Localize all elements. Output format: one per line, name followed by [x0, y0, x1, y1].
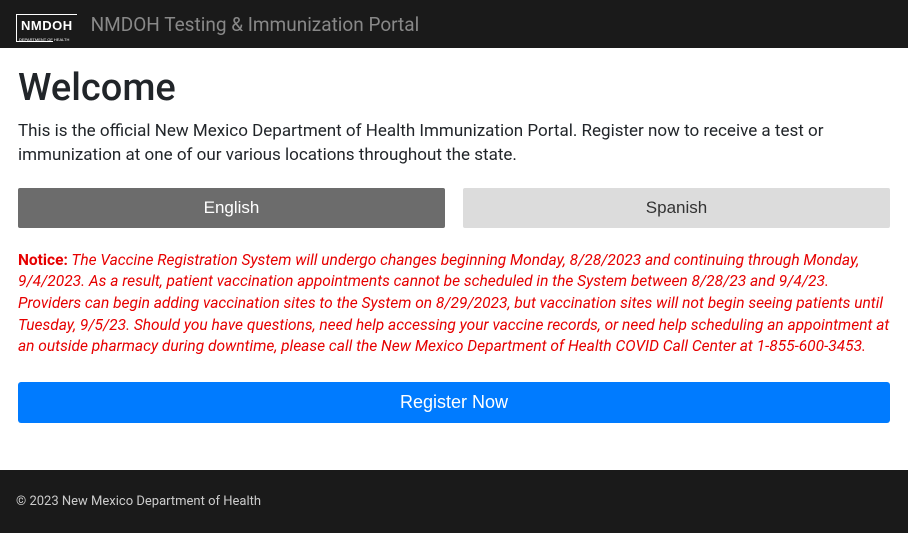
notice-body: The Vaccine Registration System will und…: [18, 251, 889, 356]
footer: © 2023 New Mexico Department of Health: [0, 470, 908, 533]
brand-logo[interactable]: NMDOH DEPARTMENT OF HEALTH: [16, 14, 77, 34]
register-now-button[interactable]: Register Now: [18, 382, 890, 423]
intro-text: This is the official New Mexico Departme…: [18, 120, 890, 168]
main-content: Welcome This is the official New Mexico …: [0, 48, 908, 470]
navbar: NMDOH DEPARTMENT OF HEALTH NMDOH Testing…: [0, 0, 908, 48]
brand-logo-subtext: DEPARTMENT OF HEALTH: [19, 37, 69, 42]
language-spanish-button[interactable]: Spanish: [463, 188, 890, 228]
language-selector: English Spanish: [18, 188, 890, 228]
notice-label: Notice:: [18, 251, 68, 269]
brand-logo-text: NMDOH: [21, 18, 73, 33]
navbar-title: NMDOH Testing & Immunization Portal: [91, 13, 420, 36]
footer-copyright: © 2023 New Mexico Department of Health: [16, 494, 261, 509]
language-english-button[interactable]: English: [18, 188, 445, 228]
page-title: Welcome: [18, 66, 890, 110]
notice-text: Notice: The Vaccine Registration System …: [18, 250, 890, 358]
